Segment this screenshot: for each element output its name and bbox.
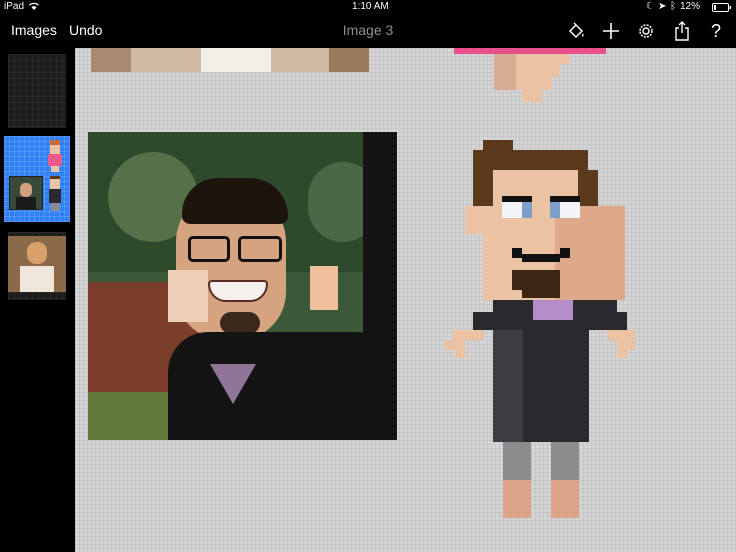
clock: 1:10 AM [352,1,389,12]
thumbnail-pixel-man [48,176,62,212]
reference-photo-top [91,48,369,72]
page-title: Image 3 [342,22,394,38]
reference-photo [88,132,397,440]
share-icon[interactable] [670,19,694,43]
moon-icon: ☾ [646,1,655,12]
thumbnail-image-2[interactable] [8,232,66,300]
battery-percent: 12% [680,1,701,12]
wifi-icon [28,1,40,14]
thumbnail-photo [8,236,66,292]
device-name: iPad [4,1,25,12]
pixel-legs-top [494,54,570,102]
image-sidebar [0,48,75,552]
thumbnail-image-1[interactable] [8,54,66,128]
location-icon: ➤ [658,1,667,12]
help-icon[interactable]: ? [704,19,728,43]
status-bar: iPad 1:10 AM ☾ ➤ ᛒ 12% [0,0,736,14]
pixel-ear-right [310,266,338,310]
plus-icon[interactable] [599,19,623,43]
drawing-canvas[interactable] [75,48,736,552]
pixel-ear-left [168,270,208,322]
photo-smile [208,280,268,302]
nav-bar: Images Undo Image 3 ? [0,14,736,48]
bluetooth-icon: ᛒ [670,1,676,12]
thumbnail-photo [9,176,43,210]
thumbnail-pixel-girl [46,140,64,174]
pixel-character [445,140,635,522]
gear-icon[interactable] [634,19,658,43]
photo-glasses-left [188,236,230,262]
photo-glasses-right [238,236,282,262]
photo-hair [182,178,288,224]
paint-bucket-icon[interactable] [564,19,588,43]
photo-beard [220,312,260,334]
photo-shirt [168,332,397,440]
thumbnail-image-3-selected[interactable] [4,136,70,222]
